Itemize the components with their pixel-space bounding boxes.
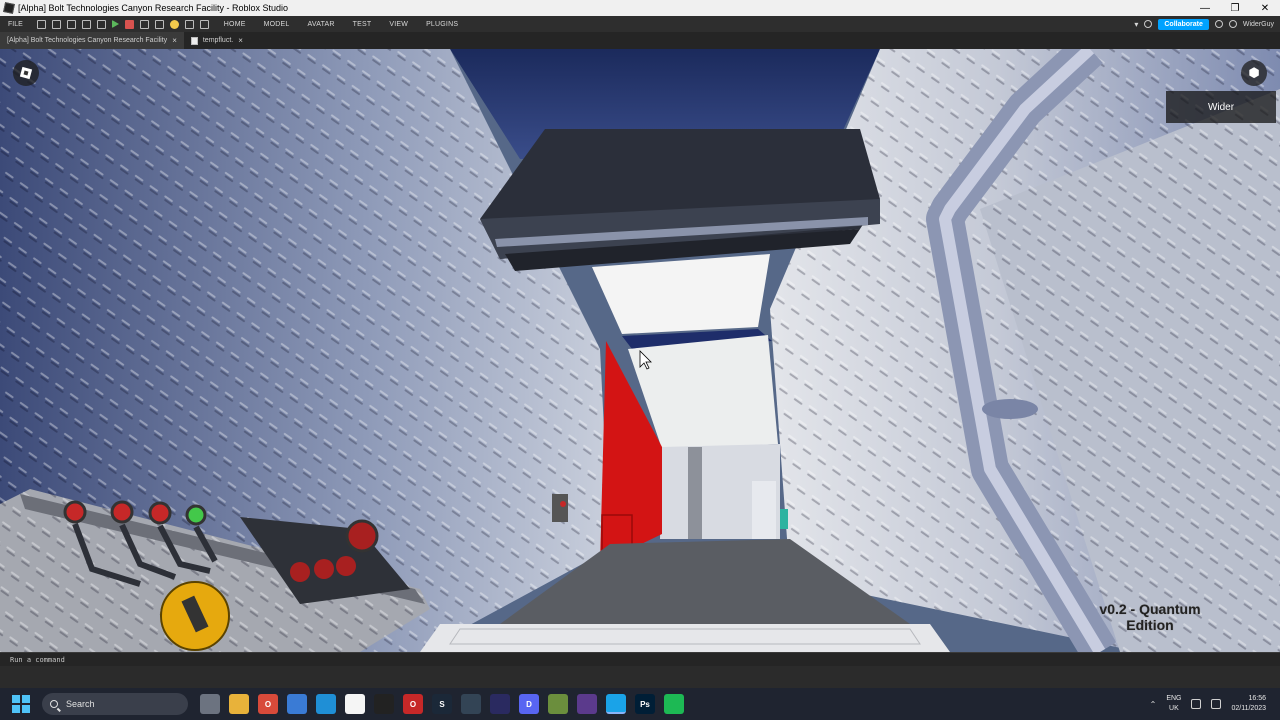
quick-access-toolbar	[36, 19, 209, 29]
3d-viewport[interactable]: ⬢ Wider v0.2 - Quantum Edition	[0, 49, 1280, 652]
tab-plugins[interactable]: PLUGINS	[417, 21, 467, 28]
document-tabs: [Alpha] Bolt Technologies Canyon Researc…	[0, 32, 1280, 49]
player-name-tag[interactable]: Wider	[1166, 91, 1276, 123]
photoshop-icon[interactable]: Ps	[635, 694, 655, 714]
chart-icon[interactable]	[184, 19, 194, 29]
doc-tab-place[interactable]: [Alpha] Bolt Technologies Canyon Researc…	[0, 32, 184, 49]
windows-taskbar: Search O O S D Ps ⌃ ENG UK 16:56 02/11/2023	[0, 688, 1280, 720]
tab-test[interactable]: TEST	[344, 21, 381, 28]
roblox-studio-icon[interactable]	[316, 694, 336, 714]
window-controls: — ❐ ✕	[1190, 0, 1280, 16]
system-tray: ⌃ ENG UK 16:56 02/11/2023	[1150, 694, 1280, 714]
command-input[interactable]: Run a command	[10, 656, 65, 664]
doc-tab-script[interactable]: tempfluct. ×	[184, 32, 250, 49]
steam-icon[interactable]: S	[432, 694, 452, 714]
davinci-icon[interactable]	[461, 694, 481, 714]
save-icon[interactable]	[66, 19, 76, 29]
close-icon[interactable]: ×	[238, 36, 243, 45]
user-name[interactable]: WiderGuy	[1243, 21, 1274, 28]
play-icon[interactable]	[111, 20, 119, 28]
script-icon	[190, 36, 198, 45]
window-titlebar: [Alpha] Bolt Technologies Canyon Researc…	[0, 0, 1280, 16]
notepad-icon[interactable]	[345, 694, 365, 714]
output-area	[0, 666, 1280, 688]
language-line-2: UK	[1169, 705, 1179, 712]
task-view-icon[interactable]	[200, 694, 220, 714]
discord-icon[interactable]: D	[519, 694, 539, 714]
stellarium-icon[interactable]	[490, 694, 510, 714]
menubar-right: ▾ Collaborate WiderGuy	[1134, 18, 1280, 30]
windows-start-icon[interactable]	[12, 695, 30, 713]
version-line-2: Edition	[1126, 617, 1174, 633]
opera-gx-icon[interactable]: O	[258, 694, 278, 714]
opera-icon[interactable]: O	[403, 694, 423, 714]
language-indicator[interactable]: ENG UK	[1166, 694, 1181, 714]
notification-bell-icon[interactable]	[1144, 20, 1153, 28]
tab-avatar[interactable]: AVATAR	[299, 21, 344, 28]
cube-view-icon[interactable]: ⬢	[1241, 60, 1267, 86]
redo-icon[interactable]	[96, 19, 106, 29]
taskbar-apps: O O S D Ps	[200, 694, 684, 714]
search-label: Search	[66, 699, 95, 709]
game-version-label: v0.2 - Quantum Edition	[1060, 601, 1240, 633]
open-folder-icon[interactable]	[51, 19, 61, 29]
clock-date: 02/11/2023	[1231, 705, 1266, 712]
command-bar[interactable]: Run a command	[0, 652, 1280, 666]
version-line-1: v0.2 - Quantum	[1099, 601, 1201, 617]
viewport-scene	[0, 49, 1280, 652]
tab-view[interactable]: VIEW	[380, 21, 417, 28]
microsoft-store-icon[interactable]	[287, 694, 307, 714]
publish-icon[interactable]	[81, 19, 91, 29]
file-explorer-icon[interactable]	[229, 694, 249, 714]
new-file-icon[interactable]	[36, 19, 46, 29]
user-icon[interactable]	[199, 19, 209, 29]
share-icon[interactable]	[1228, 20, 1237, 28]
show-hidden-icons-icon[interactable]: ⌃	[1150, 700, 1157, 709]
roblox-studio-icon	[3, 2, 15, 14]
lightbulb-icon[interactable]	[169, 19, 179, 29]
tab-home[interactable]: HOME	[215, 21, 255, 28]
file-menu[interactable]: FILE	[0, 21, 31, 28]
undo-icon[interactable]	[139, 19, 149, 29]
window-title: [Alpha] Bolt Technologies Canyon Researc…	[18, 3, 288, 13]
doc-tab-label: [Alpha] Bolt Technologies Canyon Researc…	[7, 37, 168, 44]
minecraft-icon[interactable]	[548, 694, 568, 714]
script-icon[interactable]	[154, 19, 164, 29]
stop-icon[interactable]	[124, 19, 134, 29]
tab-model[interactable]: MODEL	[255, 21, 299, 28]
search-icon	[50, 700, 58, 708]
maximize-icon[interactable]: ❐	[1220, 0, 1250, 16]
studio-menubar: FILE HOME MODEL AVATAR TEST VIEW PLUGINS…	[0, 16, 1280, 32]
close-icon[interactable]: ×	[172, 36, 177, 45]
language-line-1: ENG	[1166, 695, 1182, 702]
network-icon[interactable]	[1191, 699, 1202, 709]
dark-app-icon[interactable]	[374, 694, 394, 714]
close-icon[interactable]: ✕	[1250, 0, 1280, 16]
clock-time: 16:56	[1248, 695, 1266, 702]
minimize-icon[interactable]: —	[1190, 0, 1220, 16]
help-icon[interactable]	[1214, 20, 1223, 28]
collaborate-button[interactable]: Collaborate	[1158, 18, 1209, 30]
aseprite-icon[interactable]	[577, 694, 597, 714]
clock[interactable]: 16:56 02/11/2023	[1231, 694, 1266, 714]
taskbar-search[interactable]: Search	[42, 693, 188, 715]
volume-icon[interactable]	[1211, 699, 1222, 709]
spotify-icon[interactable]	[664, 694, 684, 714]
roblox-studio-active-icon[interactable]	[606, 694, 626, 714]
roblox-menu-icon[interactable]	[13, 60, 39, 86]
doc-tab-label: tempfluct.	[202, 37, 234, 44]
chevron-down-icon[interactable]: ▾	[1134, 20, 1138, 29]
